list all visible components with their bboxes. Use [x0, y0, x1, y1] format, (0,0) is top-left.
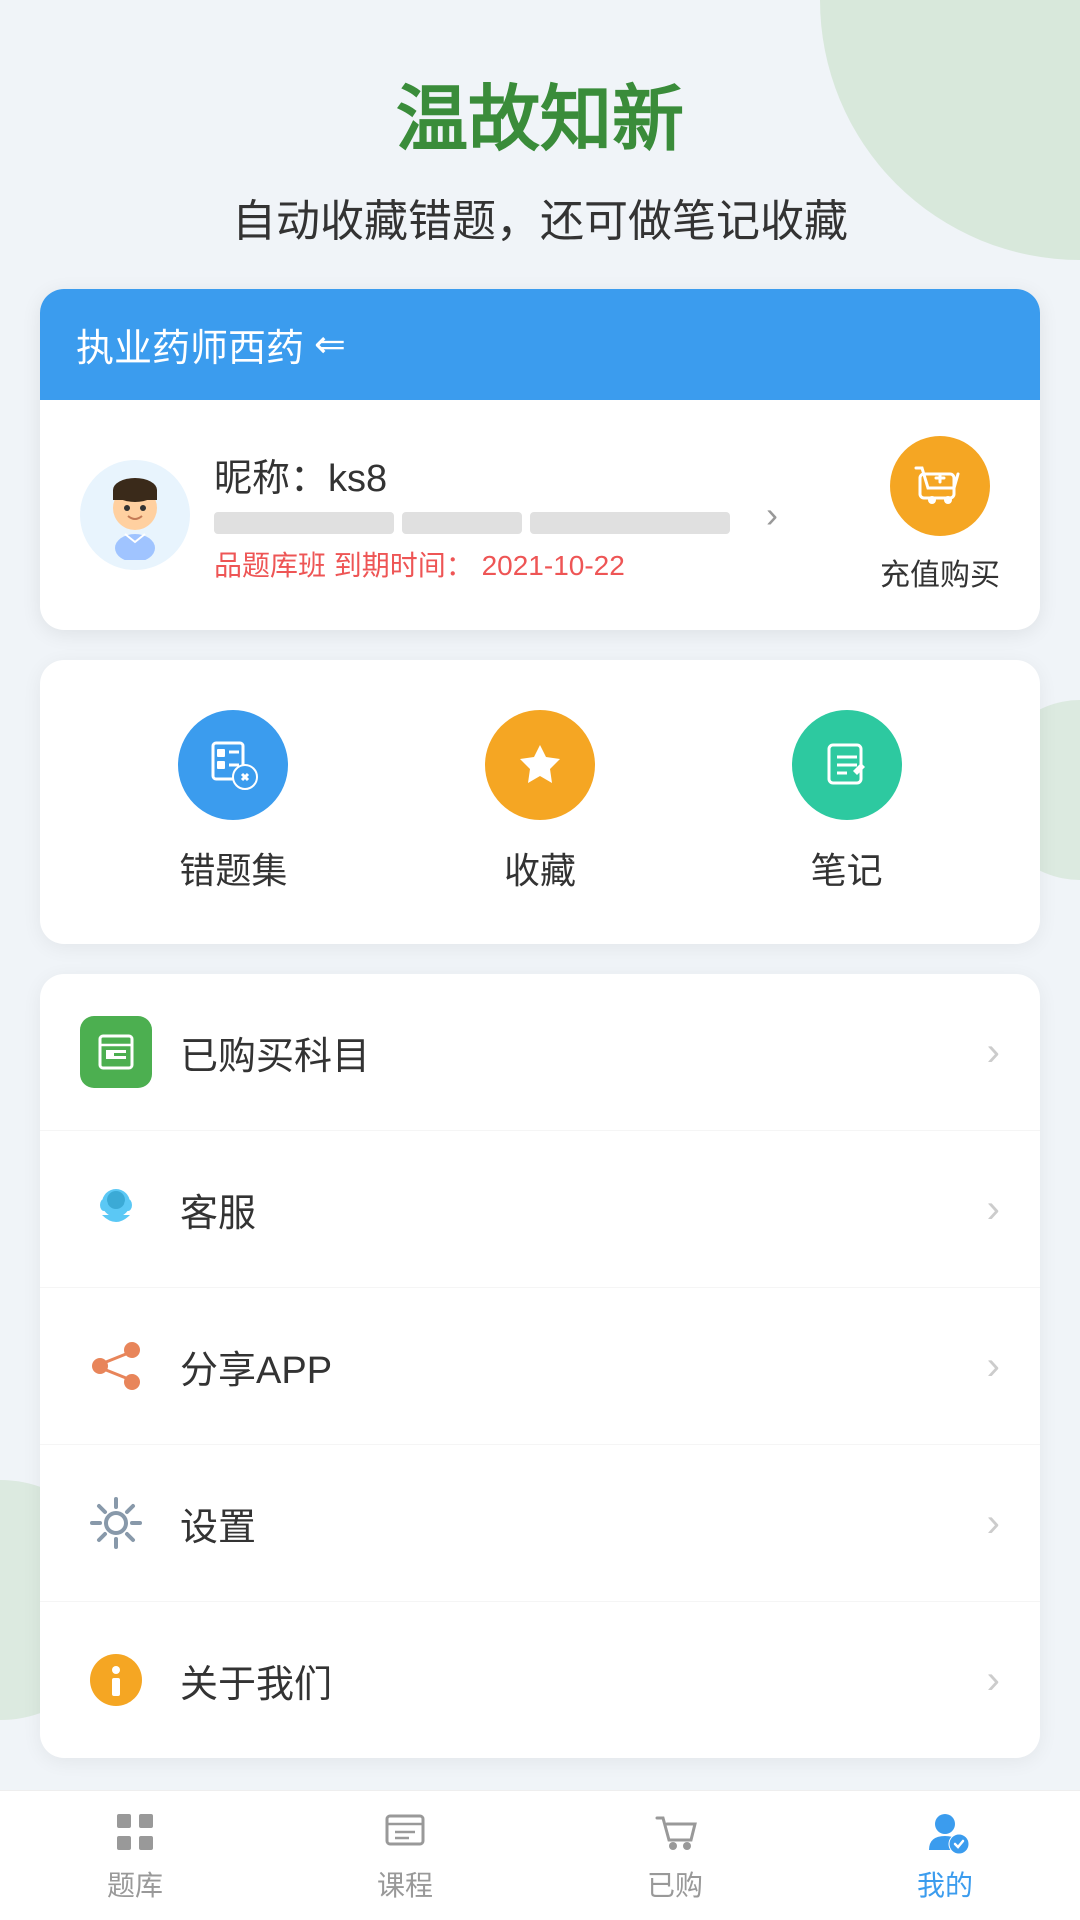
error-collection-label: 错题集	[179, 842, 287, 894]
purchased-subjects-label: 已购买科目	[180, 1025, 370, 1080]
menu-card: 已购买科目 › 客服 ›	[40, 974, 1040, 1758]
expiry-tag: 品题库班 到期时间： 2021-10-22	[214, 544, 730, 584]
user-info-row	[214, 512, 730, 534]
nickname-value: ks8	[328, 458, 387, 500]
customer-service-icon-bg	[80, 1173, 152, 1245]
menu-item-left: 分享APP	[80, 1330, 332, 1402]
mine-icon	[921, 1808, 969, 1856]
profile-card: 执业药师西药 ⇐	[40, 289, 1040, 630]
recharge-circle	[890, 436, 990, 536]
page-subtitle: 自动收藏错题，还可做笔记收藏	[40, 185, 1040, 249]
subject-label: 执业药师西药	[76, 317, 304, 372]
about-us-chevron: ›	[987, 1658, 1000, 1703]
quick-actions-card: 错题集 收藏 笔记	[40, 660, 1040, 944]
courses-icon	[381, 1808, 429, 1856]
expiry-label: 到期时间：	[334, 550, 474, 581]
menu-item-share-app[interactable]: 分享APP ›	[40, 1288, 1040, 1445]
info-bar-2	[402, 512, 522, 534]
menu-item-customer-service[interactable]: 客服 ›	[40, 1131, 1040, 1288]
header-section: 温故知新 自动收藏错题，还可做笔记收藏	[0, 0, 1080, 289]
avatar	[80, 460, 190, 570]
error-collection-icon-bg	[178, 710, 288, 820]
nav-label-mine: 我的	[917, 1864, 973, 1904]
nav-item-purchased[interactable]: 已购	[647, 1808, 703, 1904]
settings-icon-bg	[80, 1487, 152, 1559]
settings-label: 设置	[180, 1496, 256, 1551]
customer-service-icon	[84, 1177, 148, 1241]
settings-icon	[84, 1491, 148, 1555]
nav-label-question-bank: 题库	[107, 1864, 163, 1904]
menu-item-left: 已购买科目	[80, 1016, 370, 1088]
notes-icon-bg	[792, 710, 902, 820]
favorites-action[interactable]: 收藏	[485, 710, 595, 894]
share-app-label: 分享APP	[180, 1339, 332, 1394]
favorites-label: 收藏	[504, 842, 576, 894]
favorites-icon	[510, 735, 570, 795]
card-blue-header: 执业药师西药 ⇐	[40, 289, 1040, 400]
settings-chevron: ›	[987, 1501, 1000, 1546]
info-bar-3	[530, 512, 730, 534]
favorites-icon-bg	[485, 710, 595, 820]
notes-label: 笔记	[811, 842, 883, 894]
user-details: 昵称：ks8 品题库班 到期时间： 2021-10-22	[214, 447, 730, 584]
package-label: 品题库班	[214, 550, 326, 581]
profile-chevron-icon: ›	[766, 494, 778, 536]
menu-item-left: 客服	[80, 1173, 256, 1245]
menu-item-left: 设置	[80, 1487, 256, 1559]
purchased-subjects-icon	[94, 1030, 138, 1074]
bottom-nav: 题库 课程 已购 我的	[0, 1790, 1080, 1920]
menu-item-settings[interactable]: 设置 ›	[40, 1445, 1040, 1602]
about-icon-bg	[80, 1644, 152, 1716]
info-bar-1	[214, 512, 394, 534]
cart-icon	[912, 458, 968, 514]
recharge-button[interactable]: 充值购买	[880, 436, 1000, 594]
menu-item-about-us[interactable]: 关于我们 ›	[40, 1602, 1040, 1758]
question-bank-icon	[111, 1808, 159, 1856]
about-us-label: 关于我们	[180, 1653, 332, 1708]
user-left: 昵称：ks8 品题库班 到期时间： 2021-10-22 ›	[80, 447, 778, 584]
customer-service-chevron: ›	[987, 1187, 1000, 1232]
expiry-date: 2021-10-22	[482, 550, 625, 581]
page-title: 温故知新	[40, 60, 1040, 165]
about-us-icon	[84, 1648, 148, 1712]
share-icon-bg	[80, 1330, 152, 1402]
purchased-icon	[651, 1808, 699, 1856]
nav-item-question-bank[interactable]: 题库	[107, 1808, 163, 1904]
purchased-subjects-chevron: ›	[987, 1030, 1000, 1075]
user-nickname: 昵称：ks8	[214, 447, 730, 502]
back-arrow-icon: ⇐	[314, 322, 346, 367]
avatar-image	[90, 470, 180, 560]
nav-item-mine[interactable]: 我的	[917, 1808, 973, 1904]
menu-item-left: 关于我们	[80, 1644, 332, 1716]
user-info-section[interactable]: 昵称：ks8 品题库班 到期时间： 2021-10-22 ›	[40, 400, 1040, 630]
error-collection-action[interactable]: 错题集	[178, 710, 288, 894]
nav-item-courses[interactable]: 课程	[377, 1808, 433, 1904]
menu-item-purchased-subjects[interactable]: 已购买科目 ›	[40, 974, 1040, 1131]
recharge-label: 充值购买	[880, 550, 1000, 594]
nav-label-courses: 课程	[377, 1864, 433, 1904]
nickname-label: 昵称：	[214, 458, 328, 500]
share-icon	[84, 1334, 148, 1398]
customer-service-label: 客服	[180, 1182, 256, 1237]
share-app-chevron: ›	[987, 1344, 1000, 1389]
notes-icon	[817, 735, 877, 795]
error-collection-icon	[203, 735, 263, 795]
nav-label-purchased: 已购	[647, 1864, 703, 1904]
purchased-subjects-icon-bg	[80, 1016, 152, 1088]
notes-action[interactable]: 笔记	[792, 710, 902, 894]
